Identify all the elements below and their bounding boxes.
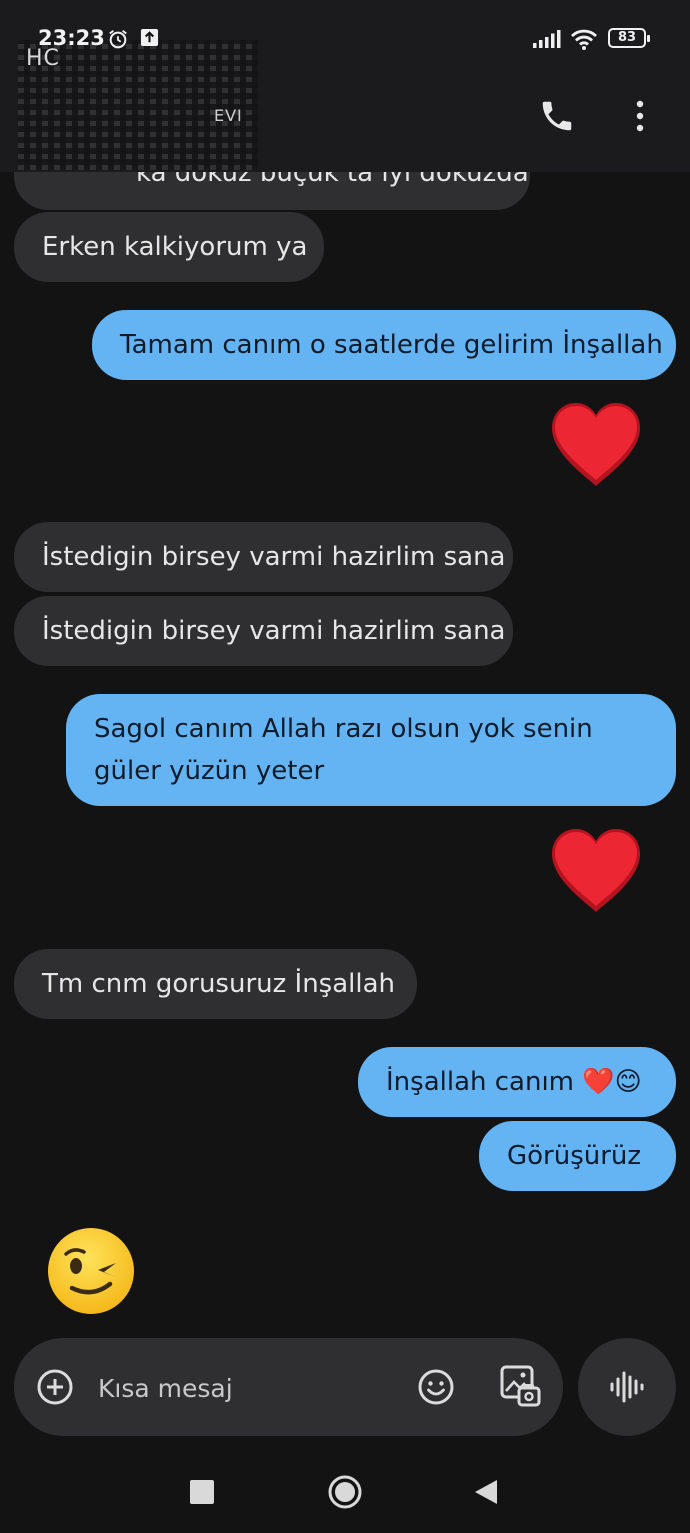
battery-level: 83	[617, 30, 637, 45]
add-icon[interactable]	[36, 1368, 74, 1406]
outgoing-message[interactable]: Görüşürüz	[479, 1121, 676, 1191]
compose-bar[interactable]	[14, 1338, 563, 1436]
message-input[interactable]	[96, 1366, 380, 1410]
recents-button[interactable]	[190, 1480, 214, 1504]
outgoing-message[interactable]: Tamam canım o saatlerde gelirim İnşallah	[92, 310, 676, 380]
upload-icon	[140, 28, 159, 47]
incoming-message[interactable]: İstedigin birsey varmi hazirlim sana	[14, 522, 513, 592]
clock: 23:23	[38, 26, 105, 50]
signal-icon	[533, 30, 561, 48]
status-bar: 23:23 83	[0, 0, 690, 80]
emoji-icon[interactable]	[417, 1368, 455, 1406]
alarm-icon	[109, 30, 127, 49]
outgoing-message[interactable]: İnşallah canım ❤️😊	[358, 1047, 676, 1117]
heart-icon[interactable]	[548, 826, 644, 916]
home-button[interactable]	[327, 1474, 363, 1510]
contact-subtitle: EVI	[214, 106, 243, 125]
outgoing-message[interactable]: Sagol canım Allah razı olsun yok senin g…	[66, 694, 676, 806]
messages-screen: HC EVI 23:23 83 ka dokuz buçuk ta iyi do…	[0, 0, 690, 1533]
phone-icon[interactable]	[538, 97, 576, 135]
wink-emoji-icon[interactable]	[44, 1226, 138, 1316]
battery-icon: 83	[608, 28, 650, 48]
incoming-message[interactable]: İstedigin birsey varmi hazirlim sana	[14, 596, 513, 666]
incoming-message[interactable]: Tm cnm gorusuruz İnşallah	[14, 949, 417, 1019]
wifi-icon	[571, 29, 597, 50]
voice-icon	[610, 1371, 644, 1403]
voice-record-button[interactable]	[578, 1338, 676, 1436]
more-icon[interactable]	[628, 98, 652, 134]
incoming-message[interactable]: Erken kalkiyorum ya	[14, 212, 324, 282]
heart-icon[interactable]	[548, 400, 644, 490]
gallery-icon[interactable]	[499, 1364, 541, 1408]
back-button[interactable]	[473, 1478, 499, 1506]
